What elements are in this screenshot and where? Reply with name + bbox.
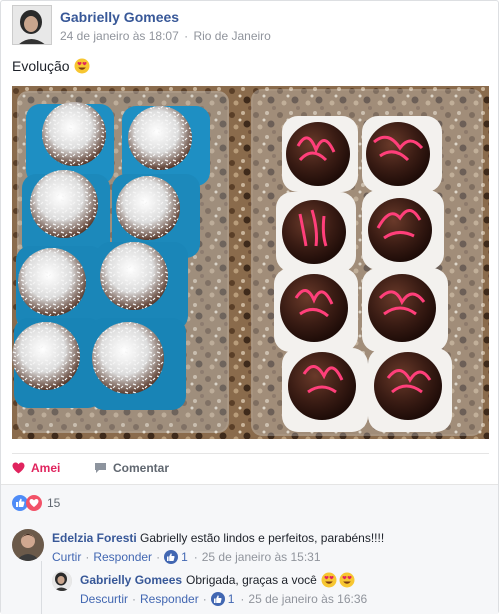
comment-text: Gabrielly estão lindos e perfeitos, para… [140,531,385,545]
heart-eyes-emoji-icon [339,572,355,588]
reply-text: Obrigada, graças a você [186,573,317,587]
comment-label: Comentar [113,461,170,475]
reply-unlike-button[interactable]: Descurtir [80,592,128,606]
heart-icon [12,462,25,474]
comment-reply-button[interactable]: Responder [93,550,152,564]
reply-like-count[interactable]: 1 [228,592,235,606]
meta-dot: · [132,592,137,606]
reply-avatar[interactable] [52,571,72,591]
facebook-post: Gabrielly Gomees 24 de janeiro às 18:07 … [0,0,499,614]
reply-date[interactable]: 25 de janeiro às 16:36 [248,592,367,606]
comment-like-count[interactable]: 1 [181,550,188,564]
comment-meta: Curtir · Responder · 1 · 25 de janeiro à… [52,550,321,564]
author-name[interactable]: Gabrielly Gomees [60,9,179,25]
meta-dot: · [85,550,90,564]
meta-dot: · [240,592,245,606]
love-label: Amei [31,461,61,475]
comment-author[interactable]: Edelzia Foresti [52,531,137,545]
meta-dot: · [156,550,161,564]
reply-meta: Descurtir · Responder · 1 · 25 de janeir… [80,592,367,606]
reply-thread-line [41,561,42,614]
love-reaction-button[interactable]: Amei [12,461,60,475]
post-caption: Evolução [12,58,90,74]
meta-separator: · [184,29,189,43]
thumbs-up-icon [210,592,225,606]
comment-body: Edelzia Foresti Gabrielly estão lindos e… [52,530,384,546]
reactions-summary[interactable]: 15 [12,495,60,511]
comment-date[interactable]: 25 de janeiro às 15:31 [202,550,321,564]
post-photo[interactable] [12,86,489,439]
heart-eyes-emoji-icon [321,572,337,588]
reaction-count: 15 [47,496,61,510]
post-location[interactable]: Rio de Janeiro [193,29,270,43]
reply-reply-button[interactable]: Responder [140,592,199,606]
commenter-avatar[interactable] [12,529,44,561]
meta-dot: · [193,550,198,564]
author-avatar[interactable] [12,5,52,45]
reply-body: Gabrielly Gomees Obrigada, graças a você [80,572,355,588]
post-header: Gabrielly Gomees 24 de janeiro às 18:07 … [12,5,482,47]
caption-text: Evolução [12,58,70,74]
post-meta: 24 de janeiro às 18:07 · Rio de Janeiro [60,29,271,43]
heart-eyes-emoji-icon [74,58,90,74]
reactions-bar: 15 [1,484,498,521]
love-icon [26,495,42,511]
reply-author[interactable]: Gabrielly Gomees [80,572,182,588]
thumbs-up-icon [164,550,179,564]
comment-button[interactable]: Comentar [94,461,169,475]
speech-bubble-icon [95,463,106,473]
comment-like-button[interactable]: Curtir [52,550,81,564]
comments-section: Edelzia Foresti Gabrielly estão lindos e… [1,521,498,614]
coconut-truffles [12,102,210,410]
meta-dot: · [202,592,207,606]
post-date[interactable]: 24 de janeiro às 18:07 [60,29,179,43]
post-actions: Amei Comentar [12,453,489,483]
